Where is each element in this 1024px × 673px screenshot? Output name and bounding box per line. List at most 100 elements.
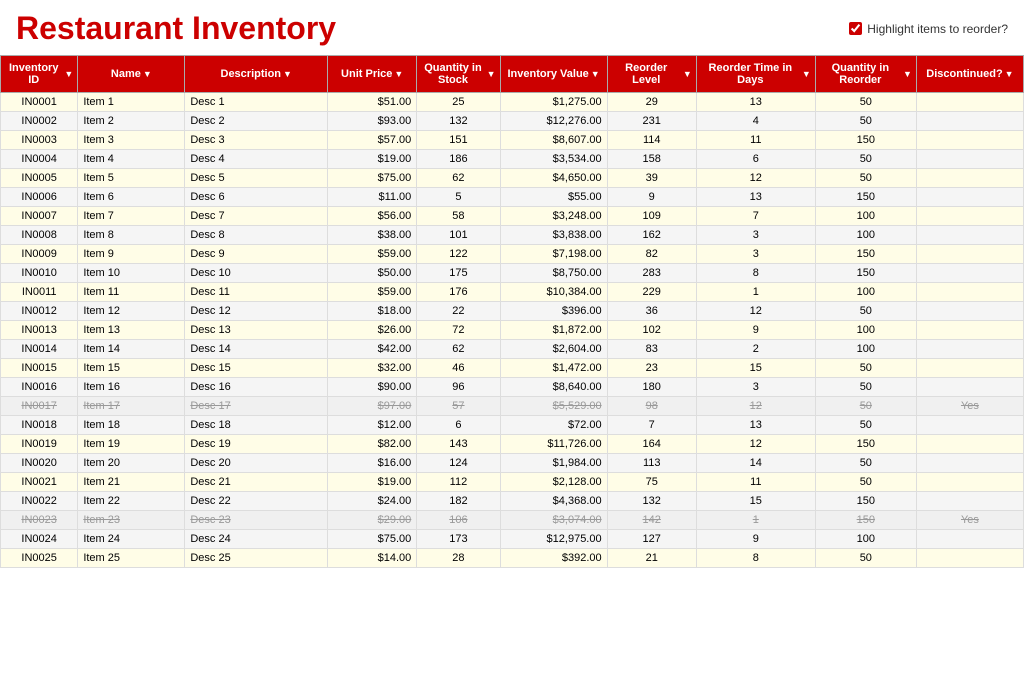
table-row: IN0020Item 20Desc 20$16.00124$1,984.0011… bbox=[1, 454, 1024, 473]
cell-4: 28 bbox=[417, 549, 500, 568]
cell-6: 231 bbox=[607, 112, 696, 131]
cell-5: $3,838.00 bbox=[500, 226, 607, 245]
col-header-qty-reorder[interactable]: Quantity in Reorder ▼ bbox=[815, 56, 916, 93]
cell-9 bbox=[916, 188, 1023, 207]
id-dropdown-icon[interactable]: ▼ bbox=[64, 69, 73, 79]
table-row: IN0008Item 8Desc 8$38.00101$3,838.001623… bbox=[1, 226, 1024, 245]
highlight-option-label[interactable]: Highlight items to reorder? bbox=[849, 22, 1008, 36]
cell-6: 162 bbox=[607, 226, 696, 245]
cell-8: 150 bbox=[815, 131, 916, 150]
col-header-name[interactable]: Name ▼ bbox=[78, 56, 185, 93]
cell-3: $11.00 bbox=[328, 188, 417, 207]
reorder-time-dropdown-icon[interactable]: ▼ bbox=[802, 69, 811, 79]
cell-3: $26.00 bbox=[328, 321, 417, 340]
cell-7: 13 bbox=[696, 93, 815, 112]
cell-4: 25 bbox=[417, 93, 500, 112]
cell-4: 5 bbox=[417, 188, 500, 207]
col-header-inv-value[interactable]: Inventory Value ▼ bbox=[500, 56, 607, 93]
cell-9 bbox=[916, 302, 1023, 321]
cell-3: $29.00 bbox=[328, 511, 417, 530]
header-section: Restaurant Inventory Highlight items to … bbox=[0, 0, 1024, 55]
cell-1: Item 10 bbox=[78, 264, 185, 283]
col-header-id[interactable]: Inventory ID ▼ bbox=[1, 56, 78, 93]
col-header-reorder-level[interactable]: Reorder Level ▼ bbox=[607, 56, 696, 93]
cell-7: 8 bbox=[696, 549, 815, 568]
col-header-qty-stock[interactable]: Quantity in Stock ▼ bbox=[417, 56, 500, 93]
cell-3: $75.00 bbox=[328, 169, 417, 188]
cell-4: 124 bbox=[417, 454, 500, 473]
cell-7: 12 bbox=[696, 302, 815, 321]
cell-7: 8 bbox=[696, 264, 815, 283]
cell-7: 9 bbox=[696, 321, 815, 340]
cell-0: IN0016 bbox=[1, 378, 78, 397]
cell-0: IN0001 bbox=[1, 93, 78, 112]
cell-7: 2 bbox=[696, 340, 815, 359]
cell-5: $3,074.00 bbox=[500, 511, 607, 530]
cell-4: 62 bbox=[417, 169, 500, 188]
cell-6: 36 bbox=[607, 302, 696, 321]
cell-5: $7,198.00 bbox=[500, 245, 607, 264]
qty-stock-dropdown-icon[interactable]: ▼ bbox=[487, 69, 496, 79]
cell-2: Desc 9 bbox=[185, 245, 328, 264]
cell-1: Item 7 bbox=[78, 207, 185, 226]
unit-price-dropdown-icon[interactable]: ▼ bbox=[394, 69, 403, 79]
cell-2: Desc 21 bbox=[185, 473, 328, 492]
cell-9 bbox=[916, 340, 1023, 359]
cell-9 bbox=[916, 416, 1023, 435]
cell-9 bbox=[916, 150, 1023, 169]
cell-8: 100 bbox=[815, 530, 916, 549]
cell-2: Desc 13 bbox=[185, 321, 328, 340]
table-row: IN0019Item 19Desc 19$82.00143$11,726.001… bbox=[1, 435, 1024, 454]
inv-value-dropdown-icon[interactable]: ▼ bbox=[591, 69, 600, 79]
cell-8: 50 bbox=[815, 454, 916, 473]
discontinued-dropdown-icon[interactable]: ▼ bbox=[1005, 69, 1014, 79]
description-dropdown-icon[interactable]: ▼ bbox=[283, 69, 292, 79]
reorder-level-dropdown-icon[interactable]: ▼ bbox=[683, 69, 692, 79]
cell-2: Desc 5 bbox=[185, 169, 328, 188]
cell-9 bbox=[916, 378, 1023, 397]
cell-0: IN0023 bbox=[1, 511, 78, 530]
cell-9 bbox=[916, 169, 1023, 188]
table-row: IN0007Item 7Desc 7$56.0058$3,248.0010971… bbox=[1, 207, 1024, 226]
table-container: Inventory ID ▼ Name ▼ Description ▼ bbox=[0, 55, 1024, 568]
cell-1: Item 13 bbox=[78, 321, 185, 340]
cell-8: 50 bbox=[815, 416, 916, 435]
table-row: IN0015Item 15Desc 15$32.0046$1,472.00231… bbox=[1, 359, 1024, 378]
cell-8: 150 bbox=[815, 492, 916, 511]
table-row: IN0009Item 9Desc 9$59.00122$7,198.008231… bbox=[1, 245, 1024, 264]
col-header-unit-price[interactable]: Unit Price ▼ bbox=[328, 56, 417, 93]
table-row: IN0022Item 22Desc 22$24.00182$4,368.0013… bbox=[1, 492, 1024, 511]
cell-4: 96 bbox=[417, 378, 500, 397]
table-row: IN0023Item 23Desc 23$29.00106$3,074.0014… bbox=[1, 511, 1024, 530]
cell-9 bbox=[916, 283, 1023, 302]
table-row: IN0010Item 10Desc 10$50.00175$8,750.0028… bbox=[1, 264, 1024, 283]
cell-0: IN0003 bbox=[1, 131, 78, 150]
name-dropdown-icon[interactable]: ▼ bbox=[143, 69, 152, 79]
col-header-discontinued[interactable]: Discontinued? ▼ bbox=[916, 56, 1023, 93]
cell-9 bbox=[916, 359, 1023, 378]
cell-5: $8,750.00 bbox=[500, 264, 607, 283]
cell-3: $14.00 bbox=[328, 549, 417, 568]
cell-3: $59.00 bbox=[328, 283, 417, 302]
cell-8: 50 bbox=[815, 302, 916, 321]
cell-6: 113 bbox=[607, 454, 696, 473]
cell-9 bbox=[916, 492, 1023, 511]
cell-8: 100 bbox=[815, 283, 916, 302]
col-header-description[interactable]: Description ▼ bbox=[185, 56, 328, 93]
cell-3: $16.00 bbox=[328, 454, 417, 473]
table-header-row: Inventory ID ▼ Name ▼ Description ▼ bbox=[1, 56, 1024, 93]
cell-0: IN0017 bbox=[1, 397, 78, 416]
cell-6: 127 bbox=[607, 530, 696, 549]
cell-8: 150 bbox=[815, 245, 916, 264]
cell-4: 72 bbox=[417, 321, 500, 340]
cell-8: 100 bbox=[815, 226, 916, 245]
cell-3: $12.00 bbox=[328, 416, 417, 435]
col-header-reorder-time[interactable]: Reorder Time in Days ▼ bbox=[696, 56, 815, 93]
qty-reorder-dropdown-icon[interactable]: ▼ bbox=[903, 69, 912, 79]
cell-6: 109 bbox=[607, 207, 696, 226]
cell-4: 106 bbox=[417, 511, 500, 530]
cell-5: $4,368.00 bbox=[500, 492, 607, 511]
cell-8: 150 bbox=[815, 511, 916, 530]
highlight-checkbox[interactable] bbox=[849, 22, 862, 35]
cell-7: 15 bbox=[696, 359, 815, 378]
